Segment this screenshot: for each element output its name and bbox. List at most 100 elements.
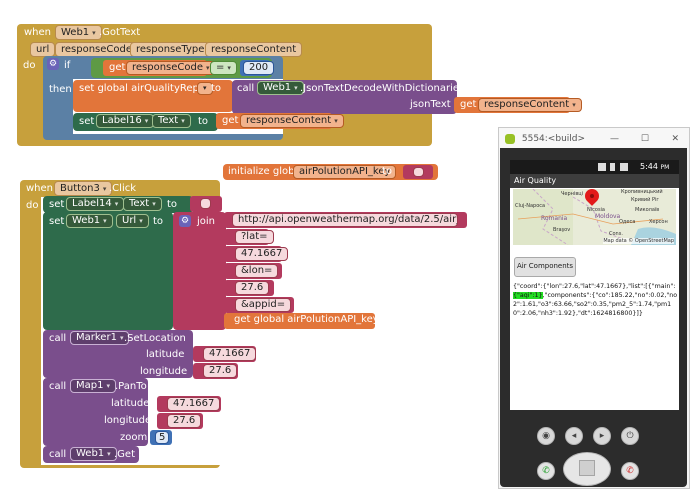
param-responsetype[interactable]: responseType: [130, 42, 211, 57]
latitude-value[interactable]: 47.1667: [203, 347, 257, 361]
set-keyword: set: [49, 216, 65, 227]
web1-component-dropdown[interactable]: Web1 ▾: [66, 214, 113, 228]
volume-down-icon[interactable]: ◂: [565, 427, 583, 445]
join-item-url[interactable]: http://api.openweathermap.org/data/2.5/a…: [232, 213, 458, 227]
join-block[interactable]: [173, 212, 226, 330]
gear-icon[interactable]: ⚙: [179, 215, 191, 227]
chevron-down-icon: ▾: [114, 200, 119, 208]
zoom-value[interactable]: 5: [155, 431, 170, 444]
call-button-icon[interactable]: ✆: [537, 462, 555, 480]
map-attribution: Map data © OpenStreetMap: [603, 238, 674, 244]
url-property-label: Url: [122, 215, 137, 226]
setlocation-method-name: .SetLocation: [124, 333, 186, 344]
join-item-lat-value[interactable]: 47.1667: [235, 247, 289, 261]
panto-latitude-value[interactable]: 47.1667: [167, 397, 221, 411]
chevron-down-icon: ▾: [92, 29, 96, 37]
minimize-icon[interactable]: —: [610, 128, 619, 150]
text-property-dropdown[interactable]: Text ▾: [123, 197, 162, 211]
equals-operator-label: =: [216, 62, 225, 73]
longitude-param-label: longitude: [140, 366, 188, 377]
emulator-title: 5554:<build>: [521, 134, 586, 144]
if-keyword: if: [64, 60, 71, 71]
clock: 5:44 PM: [640, 160, 669, 175]
call-keyword: call: [49, 381, 67, 392]
json-method-name: .JsonTextDecodeWithDictionaries: [300, 83, 465, 94]
map-label-odesa: Одеса: [619, 219, 636, 225]
join-item-lat-key[interactable]: ?lat=: [235, 230, 274, 244]
power-button-icon[interactable]: ⏻: [621, 427, 639, 445]
end-call-button-icon[interactable]: ✆: [621, 462, 639, 480]
empty-text-value[interactable]: [413, 167, 424, 177]
get-global-apikey-dropdown[interactable]: get global airPolutionAPI_key ▾: [229, 314, 390, 328]
responsecontent-var-dropdown-2[interactable]: responseContent ▾: [240, 114, 344, 128]
param-responsecode[interactable]: responseCode: [55, 42, 139, 57]
text-property-dropdown[interactable]: Text ▾: [152, 114, 191, 128]
latitude-param-label: latitude: [146, 349, 185, 360]
aqi-highlight: {"aqi":1}: [513, 292, 543, 299]
emulator-titlebar[interactable]: 5554:<build> — ☐ ✕: [499, 128, 689, 150]
join-item-lon-key[interactable]: &lon=: [235, 264, 279, 278]
web1-component-dropdown[interactable]: Web1 ▾: [257, 81, 304, 95]
responsecontent-var-label: responseContent: [246, 115, 332, 126]
panto-longitude-value[interactable]: 27.6: [167, 414, 202, 428]
url-property-dropdown[interactable]: Url ▾: [116, 214, 149, 228]
volume-up-icon[interactable]: ▸: [593, 427, 611, 445]
to-keyword: to: [211, 83, 222, 94]
set-web1-url-block[interactable]: [43, 212, 173, 330]
close-icon[interactable]: ✕: [671, 128, 679, 150]
network-icon: [620, 163, 628, 171]
web1-component-dropdown-2[interactable]: Web1 ▾: [70, 447, 117, 461]
empty-text-value-2[interactable]: [200, 198, 211, 209]
clock-time: 5:44: [640, 162, 658, 171]
map1-label: Map1: [76, 380, 104, 391]
gear-icon[interactable]: ⚙: [47, 58, 59, 70]
text-property-label: Text: [129, 198, 150, 209]
zoom-param-label: zoom: [120, 432, 148, 443]
global-var-name-field[interactable]: airPolutionAPI_key: [293, 165, 397, 179]
join-item-lon-value[interactable]: 27.6: [235, 281, 270, 295]
dpad-center[interactable]: [579, 460, 595, 476]
app-titlebar: Air Quality: [510, 174, 679, 188]
global-var-name-label: airPolutionAPI_key: [299, 166, 391, 177]
number-200-value[interactable]: 200: [243, 61, 275, 75]
phone-screen: 5:44 PM Air Quality Чернівці Кропивницьк…: [510, 160, 679, 410]
chevron-down-icon: ▾: [103, 217, 107, 225]
button3-component-dropdown[interactable]: Button3 ▾: [54, 181, 113, 196]
label14-label: Label14: [72, 198, 112, 209]
label14-component-dropdown[interactable]: Label14 ▾: [66, 197, 125, 211]
responsecode-var-dropdown[interactable]: responseCode ▾: [126, 61, 216, 75]
air-components-button[interactable]: Air Components: [514, 257, 576, 277]
chevron-down-icon: ▾: [102, 185, 107, 193]
equals-operator-dropdown[interactable]: = ▾: [210, 61, 237, 75]
map-label-constanta: Cons.: [609, 231, 623, 237]
panto-method-name: .PanTo: [115, 381, 147, 392]
label16-component-dropdown[interactable]: Label16 ▾: [96, 114, 155, 128]
longitude-value[interactable]: 27.6: [203, 364, 238, 378]
signal-icon: [598, 163, 606, 171]
chevron-down-icon: ▾: [181, 117, 185, 125]
then-keyword: then: [49, 84, 72, 95]
maximize-icon[interactable]: ☐: [641, 128, 649, 150]
map1-component-dropdown[interactable]: Map1 ▾: [70, 379, 116, 393]
responsecontent-var-dropdown[interactable]: responseContent ▾: [478, 98, 582, 112]
param-responsecontent[interactable]: responseContent: [205, 42, 303, 57]
camera-button-icon[interactable]: ◉: [537, 427, 555, 445]
set-keyword: set: [49, 199, 65, 210]
call-keyword: call: [49, 449, 67, 460]
map-label-moldova: Moldova: [595, 213, 621, 220]
air-quality-result: {"coord":{"lon":27.6,"lat":47.1667},"lis…: [513, 282, 678, 318]
chevron-down-icon: ▾: [152, 200, 156, 208]
click-event-name: .Click: [109, 183, 137, 194]
event-component-dropdown[interactable]: Web1 ▾: [55, 25, 102, 40]
label16-label: Label16: [102, 115, 142, 126]
to-keyword: to: [167, 199, 178, 210]
join-keyword: join: [197, 216, 216, 227]
marker1-component-dropdown[interactable]: Marker1 ▾: [70, 331, 130, 345]
web1-label: Web1: [76, 448, 105, 459]
map-label-cluj-napoca: Cluj-Napoca: [515, 203, 546, 209]
when-keyword: when: [26, 183, 54, 194]
param-url[interactable]: url: [30, 42, 56, 57]
join-item-appid-key[interactable]: &appid=: [235, 298, 292, 312]
event-name: .GotText: [99, 27, 141, 38]
chevron-down-icon: ▾: [107, 450, 111, 458]
